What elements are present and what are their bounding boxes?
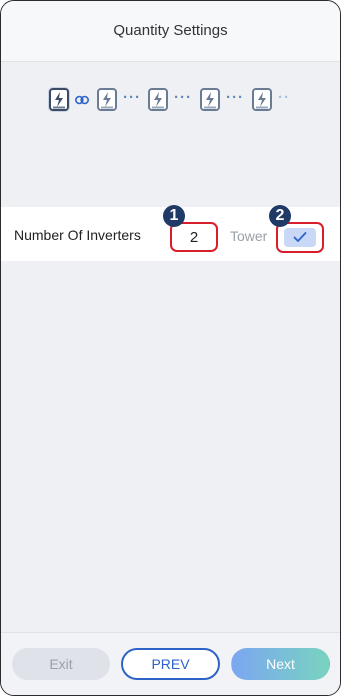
inverter-icon	[148, 88, 168, 111]
checkmark-icon	[293, 232, 307, 242]
footer-bar: Exit PREV Next	[1, 632, 340, 695]
tower-checkbox-fill[interactable]	[284, 228, 316, 247]
inverter-icon	[97, 88, 117, 111]
inverter-icon	[252, 88, 272, 111]
page-header: Quantity Settings	[1, 1, 340, 62]
step-marker-2: 2	[269, 205, 291, 227]
chain-dots: ···	[226, 89, 244, 106]
page-title: Quantity Settings	[113, 22, 228, 39]
inverter-chain-diagram: ··· ··· ··· ··	[49, 88, 309, 114]
inverter-count-input[interactable]	[175, 227, 213, 247]
step-marker-1: 1	[163, 205, 185, 227]
chain-dots: ···	[174, 89, 192, 106]
chain-dots: ···	[123, 89, 141, 106]
tower-label: Tower	[230, 228, 268, 244]
link-chain-icon	[75, 95, 89, 105]
phone-frame: Quantity Settings ··· ··· ··· ·· Number …	[0, 0, 341, 696]
number-of-inverters-label: Number Of Inverters	[14, 227, 141, 243]
exit-button[interactable]: Exit	[12, 648, 110, 680]
chain-dots-fade: ··	[278, 89, 290, 106]
tower-checkbox[interactable]	[276, 222, 324, 253]
inverter-icon	[200, 88, 220, 111]
inverter-icon	[49, 88, 69, 111]
next-button[interactable]: Next	[231, 648, 330, 680]
prev-button[interactable]: PREV	[121, 648, 220, 680]
